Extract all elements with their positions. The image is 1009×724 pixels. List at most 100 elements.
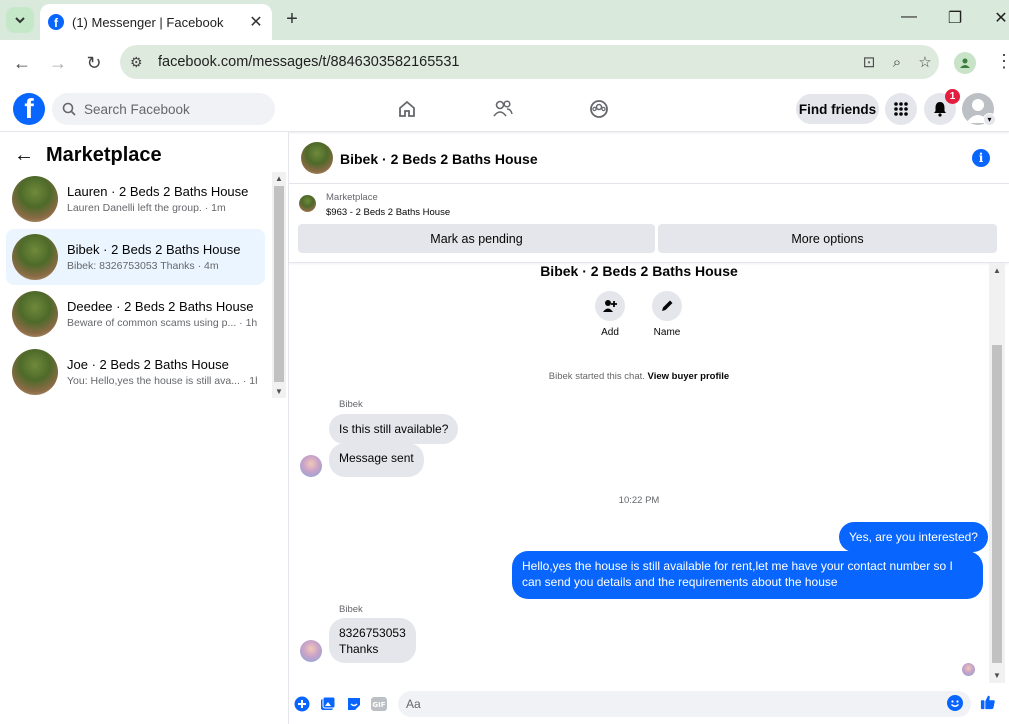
zoom-icon[interactable]: ⌕ xyxy=(883,54,911,71)
sender-avatar[interactable] xyxy=(300,640,322,662)
scroll-up-icon[interactable]: ▲ xyxy=(989,266,1005,275)
add-label: Add xyxy=(601,327,619,338)
tab-title: (1) Messenger | Facebook xyxy=(72,14,224,30)
add-action[interactable]: Add xyxy=(580,291,640,338)
search-placeholder: Search Facebook xyxy=(84,101,190,117)
message-line: 8326753053 xyxy=(339,626,406,640)
tab-search-button[interactable] xyxy=(6,7,34,33)
gif-icon[interactable]: GIF xyxy=(371,696,387,712)
back-arrow-icon[interactable]: ← xyxy=(14,144,34,167)
conversation-item-active[interactable]: Bibek · 2 Beds 2 Baths House Bibek: 8326… xyxy=(6,229,265,285)
timestamp: 10:22 PM xyxy=(618,495,660,506)
pencil-icon[interactable] xyxy=(652,291,682,321)
scrollbar-thumb[interactable] xyxy=(274,186,284,382)
friends-icon[interactable] xyxy=(490,96,516,122)
marketplace-conversations-panel: ← Marketplace Lauren · 2 Beds 2 Baths Ho… xyxy=(0,132,289,724)
thumbs-up-icon[interactable] xyxy=(980,694,996,710)
chat-scrollbar[interactable]: ▲ ▼ xyxy=(989,263,1005,683)
sticker-icon[interactable] xyxy=(346,696,362,712)
listing-thumbnail xyxy=(12,349,58,395)
sender-name: Bibek xyxy=(339,399,363,410)
marketplace-listing-bar: Marketplace $963 - 2 Beds 2 Baths House … xyxy=(289,185,1009,263)
conversation-preview: You: Hello,yes the house is still ava...… xyxy=(67,375,257,387)
address-bar-row: ← → ↻ ⚙ facebook.com/messages/t/88463035… xyxy=(0,40,1009,86)
new-tab-button[interactable]: + xyxy=(282,8,302,31)
more-options-button[interactable]: More options xyxy=(658,224,997,253)
listing-thumbnail-small[interactable] xyxy=(299,195,316,212)
install-app-icon[interactable]: ⊡ xyxy=(855,53,883,71)
conversation-name: Joe · 2 Beds 2 Baths House xyxy=(67,357,229,372)
close-window-icon[interactable]: ✕ xyxy=(991,8,1009,28)
outgoing-message[interactable]: Hello,yes the house is still available f… xyxy=(512,551,983,599)
browser-tab[interactable]: f (1) Messenger | Facebook ✕ xyxy=(40,4,272,40)
conversation-name: Lauren · 2 Beds 2 Baths House xyxy=(67,184,249,199)
conversation-list-scrollbar[interactable]: ▲ ▼ xyxy=(272,172,286,398)
photo-icon[interactable] xyxy=(320,696,336,712)
view-buyer-profile-link[interactable]: View buyer profile xyxy=(648,371,730,382)
message-input[interactable]: Aa xyxy=(398,691,971,717)
panel-header: ← Marketplace xyxy=(14,144,162,167)
home-icon[interactable] xyxy=(394,96,420,122)
menu-grid-icon[interactable] xyxy=(885,93,917,125)
message-line: Thanks xyxy=(339,642,379,656)
listing-thumbnail xyxy=(12,176,58,222)
scroll-down-icon[interactable]: ▼ xyxy=(272,387,286,396)
chat-listing-thumbnail[interactable] xyxy=(301,142,333,174)
search-icon xyxy=(62,102,76,116)
conversation-preview: Lauren Danelli left the group. · 1m xyxy=(67,202,226,214)
site-info-icon[interactable]: ⚙ xyxy=(130,54,150,71)
forward-icon[interactable]: → xyxy=(47,52,69,74)
conversation-name: Deedee · 2 Beds 2 Baths House xyxy=(67,299,254,314)
marketplace-label: Marketplace xyxy=(326,192,378,203)
account-chevron-icon[interactable]: ▾ xyxy=(983,113,996,126)
incoming-message[interactable]: Is this still available? xyxy=(329,414,459,444)
notification-badge: 1 xyxy=(945,89,960,104)
facebook-header: f Search Facebook Find friends 1 ▾ xyxy=(0,86,1009,132)
reload-icon[interactable]: ↻ xyxy=(83,52,105,74)
emoji-icon[interactable] xyxy=(947,695,963,711)
conversation-item[interactable]: Joe · 2 Beds 2 Baths House You: Hello,ye… xyxy=(6,344,265,400)
plus-circle-icon[interactable] xyxy=(294,696,310,712)
scrollbar-thumb[interactable] xyxy=(992,345,1002,663)
facebook-favicon-icon: f xyxy=(48,14,64,30)
seen-indicator-avatar xyxy=(962,663,975,676)
search-input[interactable]: Search Facebook xyxy=(52,93,275,125)
info-icon[interactable]: i xyxy=(972,149,990,167)
omnibox[interactable]: ⚙ facebook.com/messages/t/88463035821655… xyxy=(120,45,939,79)
conversation-preview: Bibek: 8326753053 Thanks · 4m xyxy=(67,260,219,272)
scroll-down-icon[interactable]: ▼ xyxy=(989,671,1005,680)
add-person-icon[interactable] xyxy=(595,291,625,321)
scroll-up-icon[interactable]: ▲ xyxy=(272,174,286,183)
browser-profile-icon[interactable] xyxy=(954,52,976,74)
incoming-message[interactable]: Message sent xyxy=(329,443,424,477)
svg-text:GIF: GIF xyxy=(372,701,385,709)
find-friends-button[interactable]: Find friends xyxy=(796,94,879,124)
groups-icon[interactable] xyxy=(586,96,612,122)
system-text: Bibek started this chat. xyxy=(548,371,645,382)
conversation-item[interactable]: Deedee · 2 Beds 2 Baths House Beware of … xyxy=(6,286,265,342)
restore-icon[interactable]: ❐ xyxy=(945,8,965,28)
browser-menu-icon[interactable]: ⋮ xyxy=(995,51,1009,72)
panel-title: Marketplace xyxy=(46,144,162,166)
chat-title[interactable]: Bibek · 2 Beds 2 Baths House xyxy=(340,151,538,167)
url-text[interactable]: facebook.com/messages/t/8846303582165531 xyxy=(158,54,855,70)
conversation-preview: Beware of common scams using p... · 1h xyxy=(67,317,257,329)
message-composer: GIF Aa xyxy=(289,684,1009,724)
chevron-down-icon xyxy=(15,17,25,24)
back-icon[interactable]: ← xyxy=(11,52,33,74)
facebook-logo-icon[interactable]: f xyxy=(13,93,45,125)
message-thread: Bibek · 2 Beds 2 Baths House Add Name Bi… xyxy=(289,263,1009,683)
listing-thumbnail xyxy=(12,234,58,280)
name-action[interactable]: Name xyxy=(637,291,697,338)
minimize-icon[interactable]: — xyxy=(899,8,919,26)
outgoing-message[interactable]: Yes, are you interested? xyxy=(839,522,988,552)
conversation-item[interactable]: Lauren · 2 Beds 2 Baths House Lauren Dan… xyxy=(6,171,265,227)
incoming-message[interactable]: 8326753053 Thanks xyxy=(329,618,416,663)
listing-price-title[interactable]: $963 - 2 Beds 2 Baths House xyxy=(326,207,450,218)
mark-as-pending-button[interactable]: Mark as pending xyxy=(298,224,655,253)
bookmark-star-icon[interactable]: ☆ xyxy=(911,53,939,71)
sender-avatar[interactable] xyxy=(300,455,322,477)
system-message: Bibek started this chat. View buyer prof… xyxy=(289,371,989,382)
close-tab-icon[interactable]: ✕ xyxy=(248,12,264,32)
conversation-name: Bibek · 2 Beds 2 Baths House xyxy=(67,242,241,257)
